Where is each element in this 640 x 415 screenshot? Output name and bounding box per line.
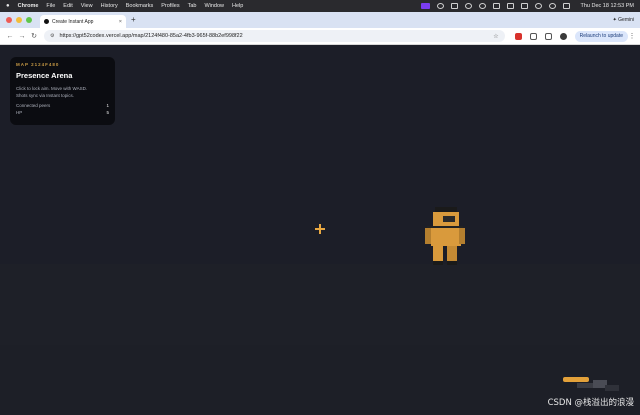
address-bar[interactable]: ⚙ https://gpt52codex.vercel.app/map/2124… bbox=[44, 30, 505, 42]
avatar-visor bbox=[443, 216, 455, 222]
battery-icon[interactable] bbox=[521, 3, 529, 9]
menu-edit[interactable]: Edit bbox=[63, 3, 72, 9]
zoom-window-icon[interactable] bbox=[26, 17, 32, 23]
avatar-left-arm bbox=[425, 228, 431, 244]
menu-file[interactable]: File bbox=[46, 3, 55, 9]
menu-window[interactable]: Window bbox=[204, 3, 224, 9]
address-url[interactable]: https://gpt52codex.vercel.app/map/2124f4… bbox=[59, 33, 242, 39]
browser-toolbar: ← → ↻ ⚙ https://gpt52codex.vercel.app/ma… bbox=[0, 28, 640, 45]
side-panel-icon[interactable] bbox=[544, 32, 552, 40]
tab-title: Create Instant App bbox=[52, 18, 94, 25]
hotbar-slot-3 bbox=[605, 385, 619, 391]
ammo-bar bbox=[563, 377, 589, 382]
forward-arrow-icon[interactable]: → bbox=[16, 33, 28, 40]
game-viewport[interactable]: MAP 2124F480 Presence Arena Click to loc… bbox=[0, 45, 640, 415]
macos-menu-bar: ● Chrome File Edit View History Bookmark… bbox=[0, 0, 640, 12]
bookmark-star-icon[interactable]: ☆ bbox=[493, 33, 498, 40]
tab-create-instant-app[interactable]: Create Instant App × bbox=[40, 15, 126, 28]
csdn-watermark: CSDN @栈溢出的浪漫 bbox=[547, 398, 634, 408]
hud-connected-value: 1 bbox=[106, 103, 109, 108]
apple-icon[interactable]: ● bbox=[6, 3, 10, 9]
gemini-button[interactable]: ✦ Gemini bbox=[613, 12, 634, 28]
screen-record-icon[interactable] bbox=[421, 3, 431, 9]
close-window-icon[interactable] bbox=[6, 17, 12, 23]
relaunch-button[interactable]: Relaunch to update bbox=[574, 30, 628, 42]
avatar-torso bbox=[431, 228, 461, 246]
hotbar-slot-2 bbox=[593, 380, 607, 388]
avatar-right-arm bbox=[459, 228, 465, 244]
hud-connected-label: Connected peers bbox=[16, 103, 51, 108]
hud-instructions: Click to lock aim. Move with WASD. Shots… bbox=[16, 85, 109, 99]
menu-help[interactable]: Help bbox=[232, 3, 243, 9]
arena-floor-near bbox=[0, 345, 640, 415]
tab-close-icon[interactable]: × bbox=[119, 19, 122, 25]
menu-bookmarks[interactable]: Bookmarks bbox=[126, 3, 154, 9]
weapon-hotbar bbox=[563, 377, 619, 391]
hud-hp-value: 5 bbox=[106, 110, 109, 115]
hud-title: Presence Arena bbox=[16, 71, 73, 80]
window-controls bbox=[6, 12, 32, 28]
site-info-icon[interactable]: ⚙ bbox=[50, 33, 54, 39]
crosshair-icon bbox=[315, 224, 325, 234]
menu-tab[interactable]: Tab bbox=[188, 3, 197, 9]
sync-icon[interactable] bbox=[465, 3, 473, 9]
avatar-right-boot bbox=[447, 261, 457, 265]
browser-menu-icon[interactable]: ⋮ bbox=[628, 32, 636, 40]
reload-icon[interactable]: ↻ bbox=[28, 32, 40, 40]
peer-avatar-sprite bbox=[425, 207, 465, 265]
hud-instruction-line-1: Click to lock aim. Move with WASD. bbox=[16, 86, 88, 91]
browser-tab-strip: Create Instant App × + ✦ Gemini bbox=[0, 12, 640, 28]
minimize-window-icon[interactable] bbox=[16, 17, 22, 23]
display-icon[interactable] bbox=[493, 3, 501, 9]
hud-panel: MAP 2124F480 Presence Arena Click to loc… bbox=[10, 57, 115, 125]
hud-map-id: MAP 2124F480 bbox=[16, 62, 60, 67]
control-center-icon[interactable] bbox=[563, 3, 571, 9]
wifi-icon[interactable] bbox=[535, 3, 543, 9]
menu-history[interactable]: History bbox=[101, 3, 118, 9]
tab-favicon-icon bbox=[44, 19, 49, 24]
avatar-left-leg bbox=[433, 246, 443, 263]
cloud-icon[interactable] bbox=[451, 3, 459, 9]
menu-bar-tray: Thu Dec 18 12:53 PM bbox=[421, 3, 634, 9]
hud-hp-row: HP 5 bbox=[16, 110, 109, 115]
hotbar-slot-1 bbox=[577, 383, 595, 388]
hud-connected-row: Connected peers 1 bbox=[16, 103, 109, 108]
profile-avatar-icon[interactable] bbox=[559, 32, 567, 40]
menu-view[interactable]: View bbox=[81, 3, 93, 9]
hud-instruction-line-2: Shots sync via Instant topics. bbox=[16, 93, 75, 98]
gemini-label: Gemini bbox=[618, 17, 634, 23]
timer-icon[interactable] bbox=[479, 3, 487, 9]
avatar-left-boot bbox=[433, 261, 443, 265]
search-icon[interactable] bbox=[549, 3, 557, 9]
extension-red-icon[interactable] bbox=[514, 32, 522, 40]
back-arrow-icon[interactable]: ← bbox=[4, 33, 16, 40]
menu-app-name[interactable]: Chrome bbox=[18, 3, 39, 9]
extensions-puzzle-icon[interactable] bbox=[529, 32, 537, 40]
hud-hp-label: HP bbox=[16, 110, 23, 115]
status-circle-icon[interactable] bbox=[437, 3, 445, 9]
media-icon[interactable] bbox=[507, 3, 515, 9]
menu-bar-clock[interactable]: Thu Dec 18 12:53 PM bbox=[580, 3, 634, 9]
menu-profiles[interactable]: Profiles bbox=[161, 3, 179, 9]
new-tab-icon[interactable]: + bbox=[131, 12, 136, 28]
avatar-right-leg bbox=[447, 246, 457, 263]
